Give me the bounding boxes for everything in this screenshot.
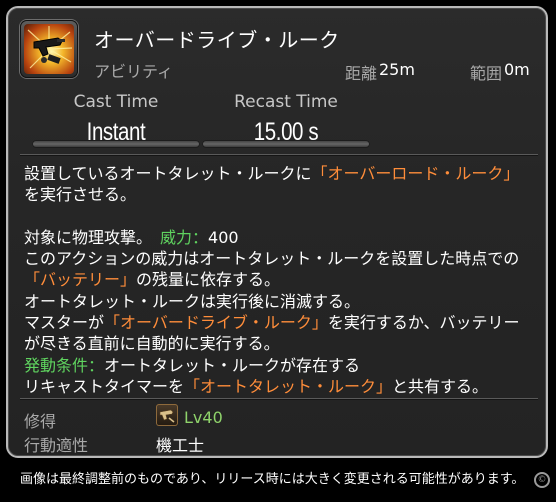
description-text: マスターが: [24, 313, 105, 333]
action-type: アビリティ: [94, 62, 174, 81]
acquisition-level: Lv40: [184, 408, 223, 427]
linked-action-overload-rook: 「オーバーロード・ルーク」: [311, 164, 520, 183]
recast-time-label: Recast Time: [234, 92, 338, 112]
description-text: の残量に依存する。: [136, 270, 281, 290]
disclaimer-text: 画像は最終調整前のものであり、リリース時には大きく変更される可能性があります。: [20, 472, 525, 487]
description-line: 「バッテリー」の残量に依存する。: [24, 269, 544, 290]
potency-label: 威力：: [160, 227, 209, 247]
description-text: リキャストタイマーを: [24, 376, 185, 396]
affinity-value: 機工士: [156, 436, 205, 455]
range-label: 距離: [345, 64, 378, 83]
trigger-condition-label: 発動条件：: [24, 355, 105, 375]
description-text: 設置しているオートタレット・ルークに: [24, 164, 312, 183]
description-text: を実行するか、バッテリー: [327, 313, 520, 333]
recast-time-block: Recast Time 15.00 s: [202, 92, 370, 148]
potency-value: 400: [208, 227, 239, 247]
cast-time-block: Cast Time Instant: [32, 92, 200, 148]
linked-action-rook-autoturret: 「オートタレット・ルーク」: [184, 376, 393, 396]
description-text: オートタレット・ルークは実行後に消滅する。: [24, 291, 361, 311]
description-line: が尽きる直前に自動的に実行する。: [24, 333, 544, 354]
description-text: が尽きる直前に自動的に実行する。: [24, 334, 280, 354]
description-text: と共有する。: [392, 376, 489, 396]
radius-value: 0m: [504, 60, 530, 79]
description-line: リキャストタイマーを「オートタレット・ルーク」と共有する。: [24, 376, 544, 397]
description-line: このアクションの威力はオートタレット・ルークを設置した時点での: [24, 248, 544, 269]
description-text: 対象に物理攻撃。: [24, 227, 145, 247]
description-line: 対象に物理攻撃。 威力：400: [24, 227, 544, 248]
description-line: オートタレット・ルークは実行後に消滅する。: [24, 291, 544, 312]
machinist-job-icon: [156, 404, 178, 426]
linked-term-battery: 「バッテリー」: [24, 270, 137, 290]
divider-bottom: [20, 398, 538, 399]
description-text: オートタレット・ルークが存在する: [104, 355, 361, 375]
description-text: このアクションの威力はオートタレット・ルークを設置した時点での: [24, 249, 520, 269]
cast-time-value: Instant: [86, 118, 146, 146]
description-line: 設置しているオートタレット・ルークに「オーバーロード・ルーク」: [24, 163, 544, 184]
gunblade-turret-icon: [24, 24, 74, 74]
range-value: 25m: [379, 60, 415, 79]
copyright-watermark: ©: [534, 472, 550, 488]
description-line: 発動条件：オートタレット・ルークが存在する: [24, 355, 544, 376]
action-description: 設置しているオートタレット・ルークに「オーバーロード・ルーク」 を実行させる。 …: [24, 163, 544, 397]
acquisition-label: 修得: [24, 412, 57, 431]
description-line: マスターが「オーバードライブ・ルーク」を実行するか、バッテリー: [24, 312, 544, 333]
divider-top: [20, 154, 538, 155]
description-line: を実行させる。: [24, 184, 544, 205]
cast-time-label: Cast Time: [73, 92, 159, 112]
linked-action-overdrive-rook: 「オーバードライブ・ルーク」: [104, 313, 328, 333]
action-name: オーバードライブ・ルーク: [94, 28, 340, 52]
affinity-label: 行動適性: [24, 436, 89, 455]
description-text: を実行させる。: [24, 185, 137, 205]
radius-label: 範囲: [470, 64, 503, 83]
recast-time-value: 15.00 s: [253, 118, 319, 146]
action-icon-frame: [20, 20, 78, 78]
action-tooltip: オーバードライブ・ルーク アビリティ 距離 25m 範囲 0m Cast Tim…: [6, 6, 548, 458]
